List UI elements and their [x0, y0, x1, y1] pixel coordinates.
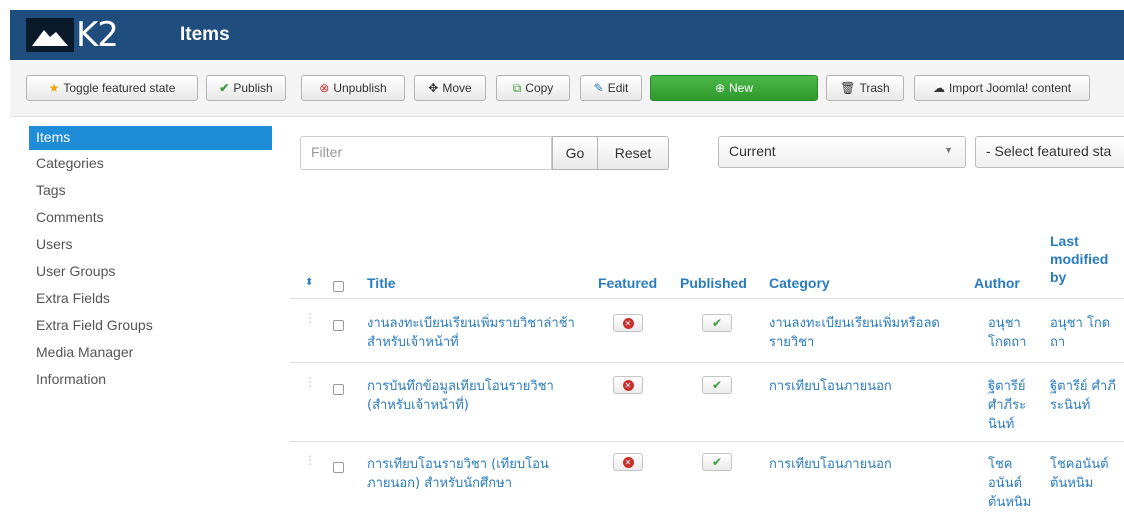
- filter-input[interactable]: Filter: [300, 136, 552, 170]
- sidebar-item-comments[interactable]: Comments: [29, 204, 272, 231]
- k2-logo[interactable]: K2: [26, 15, 119, 55]
- edit-label: Edit: [607, 81, 629, 95]
- go-button[interactable]: Go: [552, 136, 598, 170]
- row-checkbox[interactable]: [333, 384, 344, 395]
- modified-by: อนุชา โกดถา: [1050, 316, 1111, 350]
- column-category[interactable]: Category: [769, 275, 830, 291]
- featured-toggle[interactable]: ✕: [613, 314, 643, 332]
- import-label: Import Joomla! content: [948, 81, 1072, 95]
- author-link[interactable]: อนุชา โกดถา: [988, 314, 1034, 352]
- move-label: Move: [442, 81, 472, 95]
- published-toggle[interactable]: ✔: [702, 314, 732, 332]
- new-button[interactable]: ⊕ New: [650, 75, 818, 101]
- move-arrows-icon: ✥: [428, 81, 439, 95]
- edit-button[interactable]: ✎ Edit: [580, 75, 642, 101]
- star-icon: ★: [48, 81, 60, 95]
- sidebar-item-user-groups[interactable]: User Groups: [29, 258, 272, 285]
- author-link[interactable]: โชคอนันต์ ต้นหนิม: [988, 455, 1034, 512]
- category-link[interactable]: การเทียบโอนภายนอก: [769, 455, 969, 474]
- drag-handle-icon[interactable]: ⋮: [304, 312, 316, 324]
- unfeatured-icon: ✕: [622, 379, 634, 391]
- page-title: Items: [180, 24, 230, 45]
- toolbar: ★ Toggle featured state ✔ Publish ⊗ Unpu…: [10, 60, 1124, 117]
- sidebar: Items Categories Tags Comments Users Use…: [29, 126, 272, 393]
- unfeatured-icon: ✕: [622, 456, 634, 468]
- featured-toggle[interactable]: ✕: [613, 376, 643, 394]
- cloud-upload-icon: ☁: [932, 81, 945, 95]
- brand-name: K2: [76, 15, 119, 55]
- drag-handle-icon[interactable]: ⋮: [304, 376, 316, 388]
- toggle-featured-label: Toggle featured state: [63, 81, 176, 95]
- row-divider: [290, 441, 1124, 442]
- sidebar-item-media-manager[interactable]: Media Manager: [29, 339, 272, 366]
- move-button[interactable]: ✥ Move: [414, 75, 486, 101]
- modified-by: โชคอนันต์ ต้นหนิม: [1050, 457, 1109, 491]
- published-check-icon: ✔: [711, 316, 723, 330]
- sort-order-icon[interactable]: ⬍: [305, 277, 313, 288]
- state-select[interactable]: Current ▼: [718, 136, 966, 168]
- sidebar-item-extra-field-groups[interactable]: Extra Field Groups: [29, 312, 272, 339]
- published-toggle[interactable]: ✔: [702, 453, 732, 471]
- copy-button[interactable]: ⧉ Copy: [496, 75, 570, 101]
- column-author[interactable]: Author: [974, 275, 1020, 291]
- sidebar-item-users[interactable]: Users: [29, 231, 272, 258]
- trash-icon: 🗑: [840, 81, 856, 95]
- row-checkbox[interactable]: [333, 320, 344, 331]
- featured-select-value: - Select featured sta: [986, 143, 1112, 159]
- plus-circle-icon: ⊕: [714, 81, 726, 95]
- published-check-icon: ✔: [711, 455, 723, 469]
- publish-button[interactable]: ✔ Publish: [206, 75, 286, 101]
- sidebar-item-categories[interactable]: Categories: [29, 150, 272, 177]
- item-title-link[interactable]: งานลงทะเบียนเรียนเพิ่มรายวิชาล่าช้า สำหร…: [367, 314, 577, 352]
- circle-x-icon: ⊗: [319, 81, 330, 95]
- unfeatured-icon: ✕: [622, 317, 634, 329]
- dropdown-caret-icon: ▼: [944, 145, 953, 155]
- trash-button[interactable]: 🗑 Trash: [826, 75, 904, 101]
- featured-select[interactable]: - Select featured sta: [975, 136, 1124, 168]
- app-header: K2 Items: [10, 10, 1124, 60]
- category-link[interactable]: การเทียบโอนภายนอก: [769, 377, 969, 396]
- publish-label: Publish: [233, 81, 273, 95]
- trash-label: Trash: [859, 81, 890, 95]
- drag-handle-icon[interactable]: ⋮: [304, 454, 316, 466]
- author-link[interactable]: ฐิตารีย์ ศำภีระนินท์: [988, 377, 1034, 434]
- featured-toggle[interactable]: ✕: [613, 453, 643, 471]
- new-label: New: [729, 81, 754, 95]
- modified-by: ฐิตารีย์ ศำภีระนินท์: [1050, 379, 1116, 413]
- sidebar-item-extra-fields[interactable]: Extra Fields: [29, 285, 272, 312]
- category-link[interactable]: งานลงทะเบียนเรียนเพิ่มหรือลดรายวิชา: [769, 314, 969, 352]
- edit-icon: ✎: [593, 81, 604, 95]
- sidebar-item-information[interactable]: Information: [29, 366, 272, 393]
- item-title-link[interactable]: การบันทึกข้อมูลเทียบโอนรายวิชา (สำหรับเจ…: [367, 377, 582, 415]
- column-published[interactable]: Published: [680, 275, 747, 291]
- unpublish-label: Unpublish: [333, 81, 387, 95]
- header-divider: [290, 298, 1124, 299]
- column-featured[interactable]: Featured: [598, 275, 657, 291]
- toggle-featured-button[interactable]: ★ Toggle featured state: [26, 75, 198, 101]
- mountain-icon: [26, 18, 74, 52]
- copy-label: Copy: [525, 81, 554, 95]
- select-all-checkbox[interactable]: [333, 281, 344, 292]
- state-select-value: Current: [729, 143, 776, 159]
- row-checkbox[interactable]: [333, 462, 344, 473]
- published-toggle[interactable]: ✔: [702, 376, 732, 394]
- published-check-icon: ✔: [711, 378, 723, 392]
- sidebar-item-tags[interactable]: Tags: [29, 177, 272, 204]
- reset-button[interactable]: Reset: [597, 136, 669, 170]
- copy-icon: ⧉: [512, 80, 522, 95]
- check-icon: ✔: [219, 81, 230, 95]
- column-last-modified[interactable]: Last modified by: [1050, 232, 1110, 286]
- column-title[interactable]: Title: [367, 275, 396, 291]
- import-joomla-button[interactable]: ☁ Import Joomla! content: [914, 75, 1090, 101]
- unpublish-button[interactable]: ⊗ Unpublish: [301, 75, 405, 101]
- item-title-link[interactable]: การเทียบโอนรายวิชา (เทียบโอนภายนอก) สำหร…: [367, 455, 582, 493]
- row-divider: [290, 362, 1124, 363]
- sidebar-item-items[interactable]: Items: [29, 126, 272, 150]
